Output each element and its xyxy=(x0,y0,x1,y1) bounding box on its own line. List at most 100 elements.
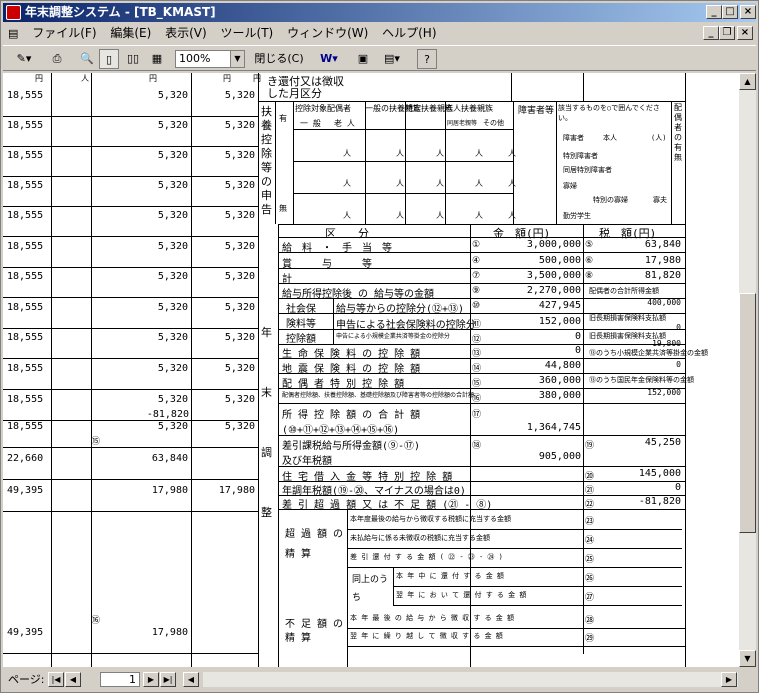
excess-row-label: 本年度最後の給与から徴収する税額に充当する金額 xyxy=(350,515,511,523)
ledger-cell: 5,320 xyxy=(157,150,188,161)
row-line xyxy=(3,297,258,298)
zoom-select[interactable]: 100% ▼ xyxy=(175,50,245,68)
circle-mark: ⑯ xyxy=(91,616,101,626)
row-line xyxy=(278,283,685,284)
tax-value: 17,980 xyxy=(644,255,681,266)
menu-window[interactable]: ウィンドウ(W) xyxy=(282,23,373,43)
menu-edit[interactable]: 編集(E) xyxy=(105,23,156,43)
row-line xyxy=(3,328,258,329)
prev-page-icon[interactable]: ◀ xyxy=(65,672,81,687)
ledger-cell: 17,980 xyxy=(151,485,188,496)
social-insurance-label: 険料等 xyxy=(286,319,316,330)
row-line xyxy=(3,447,258,448)
row-line xyxy=(3,653,258,654)
scroll-left-icon[interactable]: ◀ xyxy=(183,672,199,687)
dependent-note: 本人 xyxy=(603,134,617,142)
amount-num: ⑰ xyxy=(472,410,482,420)
scroll-thumb[interactable] xyxy=(739,293,756,533)
rule-line xyxy=(293,193,513,194)
scroll-up-icon[interactable]: ▲ xyxy=(739,73,756,90)
shortage-row-label: 本 年 最 後 の 給 与 か ら 徴 収 す る 金 額 xyxy=(350,614,515,622)
calc-row-label: 申告による小規模企業共済等掛金の控除分 xyxy=(336,333,450,340)
zoom-icon[interactable]: 🔍 xyxy=(77,49,97,69)
menu-tools[interactable]: ツール(T) xyxy=(216,23,279,43)
dependent-note: 特別障害者 xyxy=(563,152,598,160)
chevron-down-icon[interactable]: ▼ xyxy=(230,51,244,67)
menu-help[interactable]: ヘルプ(H) xyxy=(377,23,441,43)
ledger-cell: 5,320 xyxy=(224,120,255,131)
doc-close-button[interactable]: × xyxy=(737,26,753,40)
help-icon[interactable]: ? xyxy=(417,49,437,69)
calc-left-border xyxy=(278,224,279,667)
doc-restore-button[interactable]: ❐ xyxy=(719,26,735,40)
last-page-icon[interactable]: ▶| xyxy=(160,672,176,687)
row-line xyxy=(3,511,258,512)
yen-mark: 円 xyxy=(223,74,231,83)
amount-value: 2,270,000 xyxy=(526,285,581,296)
right-note: 0 xyxy=(676,360,681,369)
horizontal-scrollbar[interactable] xyxy=(203,672,738,687)
two-pages-icon[interactable]: ▯▯ xyxy=(123,49,143,69)
same-above-label: 同上のうち xyxy=(352,575,389,603)
ledger-cell: 63,840 xyxy=(151,453,188,464)
excess-settlement-label: 超 過 額 の 精 算 xyxy=(285,529,344,560)
person-mark: 人 xyxy=(81,74,89,83)
page-number-input[interactable]: 1 xyxy=(100,672,140,687)
amount-value: 3,000,000 xyxy=(526,239,581,250)
ledger-cell: 5,320 xyxy=(224,271,255,282)
word-export-icon[interactable]: W▾ xyxy=(315,49,343,69)
row-line xyxy=(3,176,258,177)
tax-value: 81,820 xyxy=(644,270,681,281)
dependents-header: 老人扶養親族 xyxy=(445,104,493,113)
ledger-cell: 5,320 xyxy=(224,332,255,343)
spouse-general-label: 一 般 xyxy=(300,119,321,128)
one-page-icon[interactable]: ▯ xyxy=(99,49,119,69)
right-note: 19,800 xyxy=(652,339,681,348)
ledger-cell: 5,320 xyxy=(224,302,255,313)
next-page-icon[interactable]: ▶ xyxy=(143,672,159,687)
unit-mark: 人 xyxy=(436,211,444,220)
multiple-pages-icon[interactable]: ▦ xyxy=(147,49,167,69)
ledger-cell: 5,320 xyxy=(224,150,255,161)
ledger-cell: 5,320 xyxy=(157,180,188,191)
ledger-cell: 5,320 xyxy=(224,241,255,252)
ledger-cell: 5,320 xyxy=(157,241,188,252)
row-line xyxy=(3,236,258,237)
scroll-down-icon[interactable]: ▼ xyxy=(739,650,756,667)
rule-line xyxy=(445,101,446,224)
calc-right-border xyxy=(685,73,686,667)
tax-value: 145,000 xyxy=(638,468,681,479)
minimize-button[interactable]: _ xyxy=(706,5,722,19)
print-icon[interactable]: ⎙ xyxy=(47,49,67,69)
presence-no: 無 xyxy=(279,204,287,213)
right-note: 400,000 xyxy=(647,298,681,307)
excess-row-num: ㉓ xyxy=(585,517,595,527)
menu-view[interactable]: 表示(V) xyxy=(160,23,212,43)
first-page-icon[interactable]: |◀ xyxy=(48,672,64,687)
col-divider xyxy=(51,73,52,667)
social-insurance-label: 社会保 xyxy=(286,304,316,315)
excess-row-label: 翌 年 に お い て 還 付 す る 金 額 xyxy=(396,591,527,599)
ledger-cell: 18,555 xyxy=(7,241,44,252)
shortage-row-num: ㉙ xyxy=(585,634,595,644)
new-object-icon[interactable]: ▤▾ xyxy=(377,49,407,69)
dependent-note: 勤労学生 xyxy=(563,212,591,220)
row-line xyxy=(278,466,685,467)
dependent-note: 同居特別障害者 xyxy=(563,166,612,174)
close-button[interactable]: × xyxy=(740,5,756,19)
doc-minimize-button[interactable]: _ xyxy=(703,26,719,40)
unit-mark: 人 xyxy=(436,149,444,158)
close-preview-button[interactable]: 閉じる(C) xyxy=(253,49,305,69)
vertical-scrollbar[interactable]: ▲ ▼ xyxy=(739,73,756,667)
unit-mark: 人 xyxy=(475,149,483,158)
design-view-icon[interactable]: ✎▾ xyxy=(11,49,37,69)
maximize-button[interactable]: □ xyxy=(722,5,738,19)
menu-file[interactable]: ファイル(F) xyxy=(27,23,101,43)
row-line xyxy=(347,567,682,568)
database-window-icon[interactable]: ▣ xyxy=(353,49,373,69)
ledger-cell: 18,555 xyxy=(7,332,44,343)
row-line xyxy=(3,116,258,117)
scroll-right-icon[interactable]: ▶ xyxy=(721,672,737,687)
excess-row-num: ㉕ xyxy=(585,555,595,565)
ledger-cell: 5,320 xyxy=(157,90,188,101)
